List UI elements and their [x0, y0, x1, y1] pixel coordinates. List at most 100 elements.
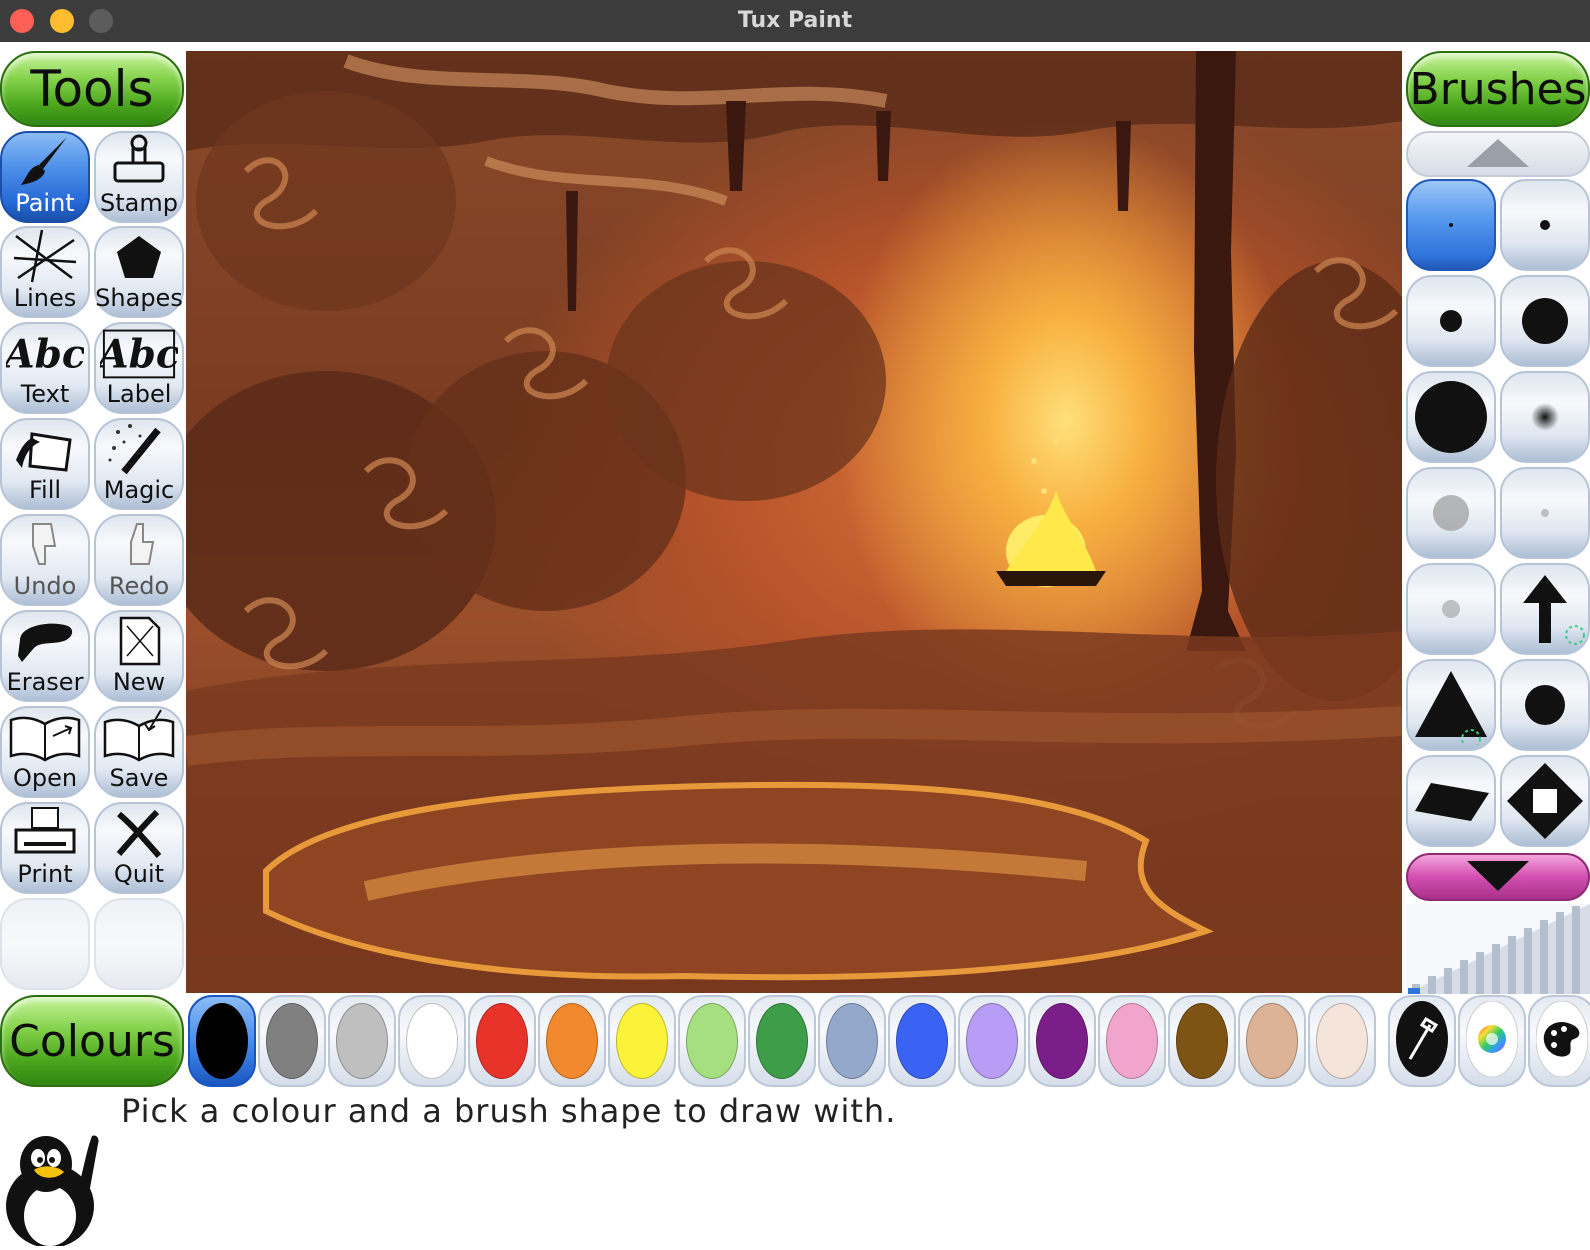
- colour-swatch-button[interactable]: [468, 995, 536, 1087]
- brush-shape-icon: [1541, 509, 1549, 517]
- colour-swatch-button[interactable]: [1308, 995, 1376, 1087]
- tool-new-button[interactable]: New: [94, 610, 184, 702]
- tool-shapes-button[interactable]: Shapes: [94, 226, 184, 318]
- tool-redo-button[interactable]: Redo: [94, 514, 184, 606]
- triangle-up-icon: [1463, 135, 1533, 173]
- brush-arrow[interactable]: [1500, 563, 1590, 655]
- colour-mixer-button[interactable]: [1458, 995, 1526, 1087]
- brush-faint-dot[interactable]: [1500, 467, 1590, 559]
- brush-small-dot[interactable]: [1500, 179, 1590, 271]
- stamp-icon: [100, 133, 178, 189]
- colour-swatch: [546, 1003, 598, 1079]
- colours-title: Colours: [0, 995, 184, 1087]
- colour-swatch-button[interactable]: [748, 995, 816, 1087]
- brush-triangle[interactable]: [1406, 659, 1496, 751]
- colour-swatch: [616, 1003, 668, 1079]
- colour-swatch-button[interactable]: [1028, 995, 1096, 1087]
- colour-swatch-button[interactable]: [608, 995, 676, 1087]
- tux-penguin-icon: [0, 1128, 110, 1248]
- colour-swatch-button[interactable]: [258, 995, 326, 1087]
- brush-shape-icon: [1415, 381, 1487, 453]
- colour-swatch-button[interactable]: [958, 995, 1026, 1087]
- brushes-scroll-down-button[interactable]: [1406, 853, 1590, 901]
- tool-label: Magic: [103, 476, 175, 504]
- colour-swatch: [1106, 1003, 1158, 1079]
- brush-round-blob[interactable]: [1500, 659, 1590, 751]
- brush-parallelogram[interactable]: [1406, 755, 1496, 847]
- eraser-icon: [6, 612, 84, 668]
- colour-swatch-button[interactable]: [398, 995, 466, 1087]
- size-ramp-bars: [1406, 904, 1590, 994]
- pentagon-icon: [100, 228, 178, 284]
- colour-swatch-button[interactable]: [188, 995, 256, 1087]
- brush-large-dot[interactable]: [1500, 275, 1590, 367]
- colour-swatch: [406, 1003, 458, 1079]
- tool-label: Lines: [13, 284, 77, 312]
- triangle-icon: [1415, 671, 1487, 745]
- brush-xlarge-dot[interactable]: [1406, 371, 1496, 463]
- colour-swatch-button[interactable]: [1238, 995, 1306, 1087]
- colour-swatch-button[interactable]: [678, 995, 746, 1087]
- colour-swatch-button[interactable]: [888, 995, 956, 1087]
- arrow-up-icon: [1523, 575, 1585, 645]
- parallelogram-icon: [1415, 783, 1489, 821]
- tool-paint-button[interactable]: Paint: [0, 131, 90, 223]
- brush-tiny-dot[interactable]: [1406, 179, 1496, 271]
- colour-swatch: [196, 1003, 248, 1079]
- tool-label: Quit: [113, 860, 165, 888]
- brush-shape-icon: [1531, 403, 1559, 431]
- colour-swatch: [476, 1003, 528, 1079]
- thumbs-up-icon: [100, 516, 178, 572]
- tool-print-button[interactable]: Print: [0, 802, 90, 894]
- tool-fill-button[interactable]: Fill: [0, 418, 90, 510]
- tool-label: Save: [109, 764, 169, 792]
- brush-shape-icon: [1449, 223, 1453, 227]
- tool-open-button[interactable]: Open: [0, 706, 90, 798]
- window-titlebar: Tux Paint: [0, 0, 1590, 42]
- brush-diamond[interactable]: [1500, 755, 1590, 847]
- tool-undo-button[interactable]: Undo: [0, 514, 90, 606]
- tools-title: Tools: [0, 51, 184, 127]
- colour-swatch: [266, 1003, 318, 1079]
- open-book-icon: [6, 708, 84, 764]
- colour-swatch-button[interactable]: [818, 995, 886, 1087]
- colour-picker-button[interactable]: [1388, 995, 1456, 1087]
- tool-save-button[interactable]: Save: [94, 706, 184, 798]
- triangle-down-icon: [1463, 857, 1533, 897]
- tool-label: Redo: [108, 572, 170, 600]
- colour-swatch-button[interactable]: [1168, 995, 1236, 1087]
- brush-soft-dot[interactable]: [1500, 371, 1590, 463]
- colour-swatch: [336, 1003, 388, 1079]
- brush-faint-medium-dot[interactable]: [1406, 563, 1496, 655]
- tool-label: Paint: [15, 189, 75, 217]
- brushes-scroll-up-button[interactable]: [1406, 131, 1590, 177]
- colour-palette-button[interactable]: [1528, 995, 1590, 1087]
- tool-eraser-button[interactable]: Eraser: [0, 610, 90, 702]
- thumbs-down-icon: [6, 516, 84, 572]
- tool-magic-button[interactable]: Magic: [94, 418, 184, 510]
- brush-medium-dot[interactable]: [1406, 275, 1496, 367]
- tool-quit-button[interactable]: Quit: [94, 802, 184, 894]
- tool-text-button[interactable]: Abc Text: [0, 322, 90, 414]
- brush-shape-icon: [1540, 220, 1550, 230]
- tool-lines-button[interactable]: Lines: [0, 226, 90, 318]
- colour-swatch-button[interactable]: [1098, 995, 1166, 1087]
- window-title: Tux Paint: [737, 8, 853, 33]
- colour-swatch-button[interactable]: [328, 995, 396, 1087]
- brushes-title: Brushes: [1406, 51, 1590, 127]
- tool-label-button[interactable]: Abc Label: [94, 322, 184, 414]
- quit-x-icon: [100, 804, 178, 860]
- status-message: Pick a colour and a brush shape to draw …: [121, 1092, 897, 1130]
- tool-label: Open: [12, 764, 78, 792]
- tool-stamp-button[interactable]: Stamp: [94, 131, 184, 223]
- colour-swatch-button[interactable]: [538, 995, 606, 1087]
- brush-grey-soft-dot[interactable]: [1406, 467, 1496, 559]
- tool-label: Undo: [13, 572, 77, 600]
- tool-label: Print: [17, 860, 73, 888]
- tool-label: Shapes: [95, 284, 183, 312]
- tool-label: Fill: [28, 476, 62, 504]
- drawing-canvas[interactable]: [186, 51, 1402, 993]
- tool-empty-slot: [0, 898, 90, 990]
- brush-size-ramp[interactable]: [1406, 904, 1590, 994]
- forest-campfire-painting: [186, 51, 1402, 993]
